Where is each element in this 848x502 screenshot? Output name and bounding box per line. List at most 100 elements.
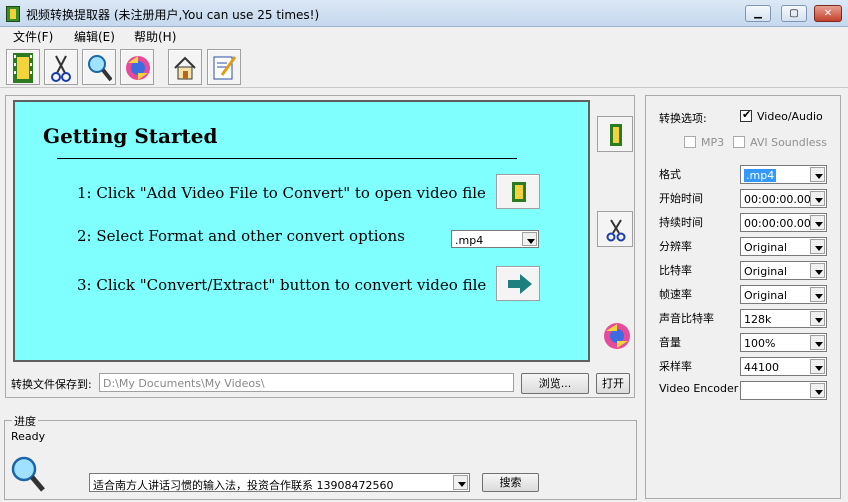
chevron-down-icon[interactable] [810, 191, 825, 206]
frame-rate-select[interactable]: Original [740, 285, 827, 304]
volume-value: 100% [744, 337, 776, 350]
cut-button[interactable] [44, 49, 78, 85]
save-path-input[interactable]: D:\My Documents\My Videos\ [99, 373, 514, 392]
step-format-value: .mp4 [455, 234, 484, 247]
ad-select[interactable]: 适合南方人讲话习惯的输入法，投资合作联系 13908472560 [89, 473, 470, 492]
duration-value: 00:00:00.00 [744, 217, 811, 230]
chevron-down-icon[interactable] [810, 263, 825, 278]
volume-select[interactable]: 100% [740, 333, 827, 352]
step-2-text: 2: Select Format and other convert optio… [77, 227, 405, 245]
bitrate-select[interactable]: Original [740, 261, 827, 280]
scissors-icon [51, 55, 71, 82]
magnifier-icon [11, 456, 45, 492]
bitrate-value: Original [744, 265, 788, 278]
step-convert-button[interactable] [496, 266, 540, 301]
close-button[interactable]: ✕ [814, 5, 842, 22]
convert-toolbar-button[interactable] [120, 49, 154, 85]
side-cut-button[interactable] [597, 211, 633, 247]
convert-icon [604, 323, 630, 349]
format-value: .mp4 [744, 169, 777, 182]
sample-rate-select[interactable]: 44100 [740, 357, 827, 376]
video-audio-label: Video/Audio [757, 110, 823, 123]
title-bar: 视频转换提取器 (未注册用户,You can use 25 times!) ▁ … [0, 0, 848, 27]
avi-soundless-label: AVI Soundless [750, 136, 828, 149]
chevron-down-icon[interactable] [810, 287, 825, 302]
bitrate-label: 比特率 [659, 264, 692, 277]
side-convert-button[interactable] [597, 316, 633, 352]
chevron-down-icon[interactable] [522, 232, 537, 246]
menu-file[interactable]: 文件(F) [13, 28, 53, 45]
format-select[interactable]: .mp4 [740, 165, 827, 184]
step-1-text: 1: Click "Add Video File to Convert" to … [77, 184, 486, 202]
step-format-select[interactable]: .mp4 [451, 230, 539, 248]
step-add-video-button[interactable] [496, 174, 540, 209]
getting-started-title: Getting Started [43, 124, 218, 148]
sample-rate-value: 44100 [744, 361, 779, 374]
chevron-down-icon[interactable] [810, 311, 825, 326]
resolution-select[interactable]: Original [740, 237, 827, 256]
film-icon [512, 182, 526, 202]
start-time-value: 00:00:00.00 [744, 193, 811, 206]
chevron-down-icon[interactable] [810, 215, 825, 230]
start-time-label: 开始时间 [659, 192, 703, 205]
frame-rate-label: 帧速率 [659, 288, 692, 301]
progress-legend: 进度 [12, 413, 38, 429]
main-panel: Getting Started 1: Click "Add Video File… [5, 95, 635, 398]
title-divider [57, 158, 517, 159]
chevron-down-icon[interactable] [810, 167, 825, 182]
search-button[interactable]: 搜索 [482, 473, 539, 492]
mp3-label: MP3 [701, 136, 725, 149]
save-path-label: 转换文件保存到: [11, 378, 92, 391]
home-button[interactable] [168, 49, 202, 85]
status-magnifier [10, 455, 46, 493]
film-icon [13, 53, 33, 83]
notepad-pencil-icon [213, 56, 237, 80]
sample-rate-label: 采样率 [659, 360, 692, 373]
audio-bitrate-label: 声音比特率 [659, 312, 714, 325]
duration-label: 持续时间 [659, 216, 703, 229]
edit-button[interactable] [207, 49, 241, 85]
menu-bar: 文件(F) 编辑(E) 帮助(H) [0, 27, 848, 45]
frame-rate-value: Original [744, 289, 788, 302]
video-encoder-label: Video Encoder [659, 382, 739, 395]
open-folder-button[interactable]: 打开 [596, 373, 630, 394]
maximize-button[interactable]: ▢ [781, 5, 807, 22]
chevron-down-icon[interactable] [810, 335, 825, 350]
home-icon [174, 56, 196, 80]
chevron-down-icon[interactable] [810, 239, 825, 254]
toolbar [0, 46, 848, 88]
add-video-button[interactable] [6, 49, 40, 85]
avi-soundless-checkbox[interactable] [733, 136, 745, 148]
chevron-down-icon[interactable] [453, 475, 468, 490]
preview-button[interactable] [82, 49, 116, 85]
film-icon [610, 124, 622, 146]
getting-started-panel: Getting Started 1: Click "Add Video File… [13, 100, 590, 362]
video-encoder-select[interactable] [740, 381, 827, 400]
window-title: 视频转换提取器 (未注册用户,You can use 25 times!) [26, 8, 320, 22]
convert-options-label: 转换选项: [659, 112, 707, 125]
chevron-down-icon[interactable] [810, 359, 825, 374]
mp3-checkbox[interactable] [684, 136, 696, 148]
format-label: 格式 [659, 168, 681, 181]
audio-bitrate-select[interactable]: 128k [740, 309, 827, 328]
chevron-down-icon[interactable] [810, 383, 825, 398]
step-3-text: 3: Click "Convert/Extract" button to con… [77, 276, 487, 294]
minimize-button[interactable]: ▁ [745, 5, 771, 22]
scissors-icon [606, 219, 626, 242]
volume-label: 音量 [659, 336, 681, 349]
duration-select[interactable]: 00:00:00.00 [740, 213, 827, 232]
resolution-label: 分辨率 [659, 240, 692, 253]
app-film-icon [6, 6, 20, 22]
browse-button[interactable]: 浏览... [521, 373, 589, 394]
status-text: Ready [11, 430, 46, 443]
magnifier-icon [88, 55, 112, 82]
ad-text: 适合南方人讲话习惯的输入法，投资合作联系 13908472560 [93, 479, 394, 492]
menu-edit[interactable]: 编辑(E) [74, 28, 115, 45]
resolution-value: Original [744, 241, 788, 254]
audio-bitrate-value: 128k [744, 313, 772, 326]
video-audio-checkbox[interactable] [740, 108, 752, 122]
convert-icon [126, 56, 150, 80]
menu-help[interactable]: 帮助(H) [134, 28, 176, 45]
start-time-select[interactable]: 00:00:00.00 [740, 189, 827, 208]
side-add-video-button[interactable] [597, 116, 633, 152]
